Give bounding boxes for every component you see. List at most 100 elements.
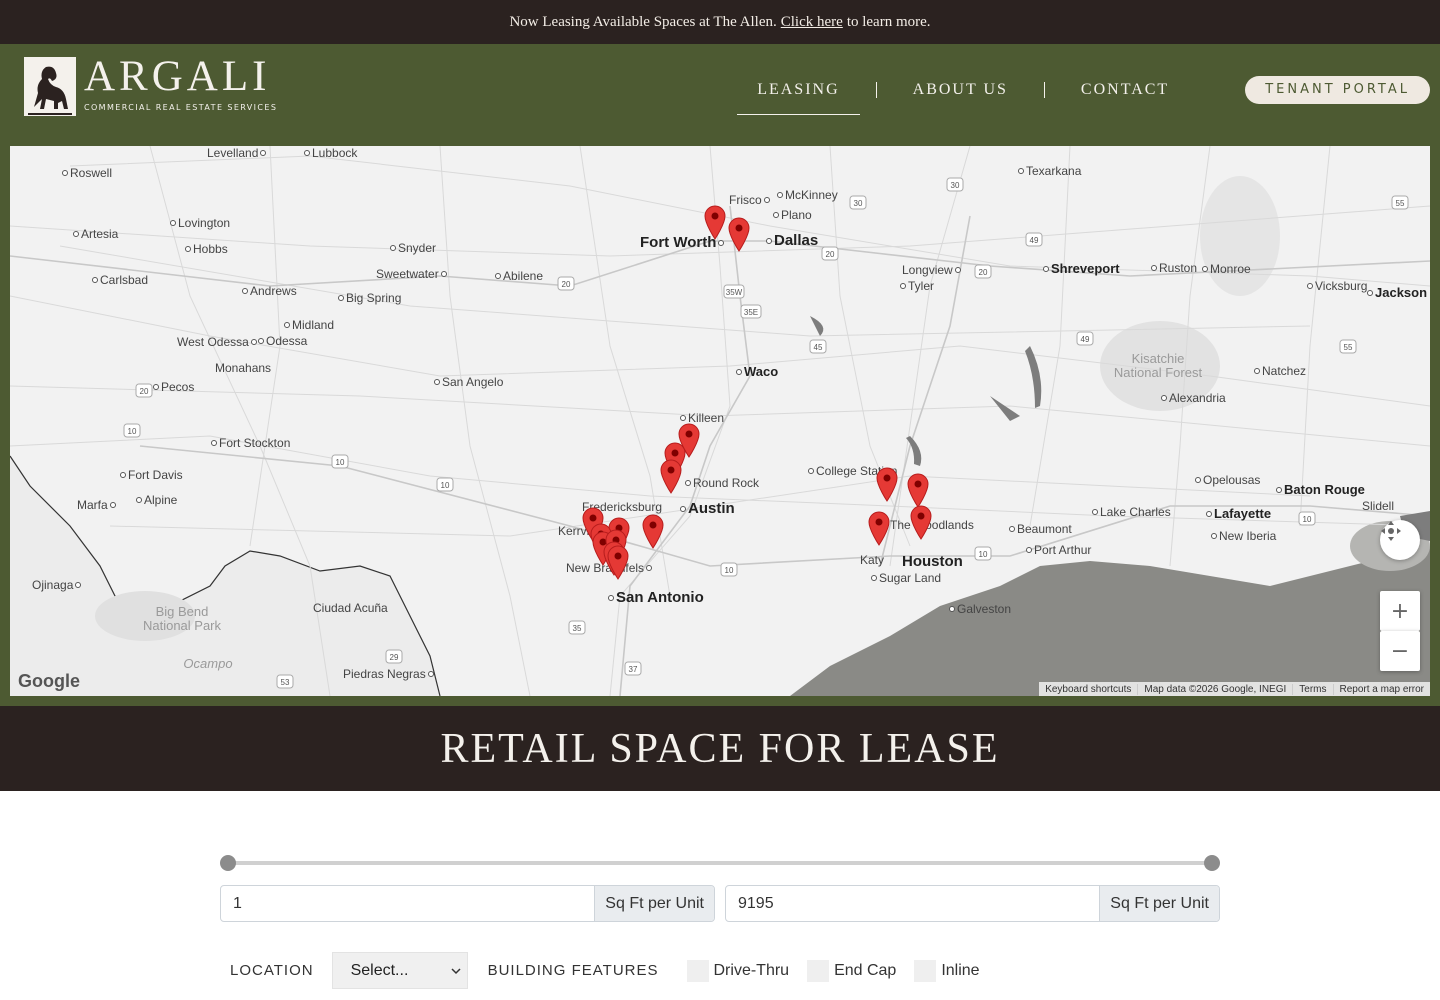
google-logo: Google (18, 671, 80, 691)
checkbox-label: Drive-Thru (713, 961, 790, 979)
property-map[interactable]: Levelland Lubbock Roswell Lovington Arte… (10, 146, 1430, 696)
tenant-portal-button[interactable]: TENANT PORTAL (1245, 76, 1430, 104)
city-label: Longview (902, 263, 961, 277)
announcement-link[interactable]: Click here (781, 14, 843, 31)
city-label: Vicksburg (1307, 279, 1367, 293)
region-label: Kisatchie National Forest (1113, 351, 1203, 380)
map-pin-icon[interactable] (909, 504, 933, 540)
city-label: Beaumont (1009, 522, 1072, 536)
city-label: Slidell (1362, 499, 1395, 513)
location-select-value: Select... (350, 961, 409, 979)
map-pin-icon[interactable] (867, 510, 891, 546)
brand-name: ARGALI (84, 53, 271, 100)
checkbox-inline[interactable]: Inline (914, 959, 980, 982)
checkbox-end-cap[interactable]: End Cap (807, 959, 897, 982)
city-label: Odessa (258, 334, 307, 348)
city-label: Natchez (1254, 364, 1306, 378)
max-size-input[interactable]: 9195 Sq Ft per Unit (725, 885, 1220, 922)
city-label: Texarkana (1018, 164, 1081, 178)
city-label: Plano (773, 208, 812, 222)
city-label: Sugar Land (871, 571, 941, 585)
city-label: Frisco (729, 193, 770, 207)
map-pin-icon[interactable] (906, 472, 930, 508)
city-label: Monahans (215, 361, 272, 375)
site-header: ARGALI COMMERCIAL REAL ESTATE SERVICES L… (0, 44, 1440, 146)
city-label: Baton Rouge (1276, 482, 1365, 497)
announcement-text: Now Leasing Available Spaces at The Alle… (509, 13, 777, 30)
street-view-control[interactable] (1380, 520, 1420, 560)
city-label: Ruston (1151, 261, 1197, 275)
city-label: Dallas (766, 232, 818, 249)
city-label: Carlsbad (92, 273, 148, 287)
city-label: Shreveport (1043, 261, 1120, 276)
chevron-down-icon (451, 967, 461, 974)
announcement-text-after: to learn more. (846, 13, 931, 30)
checkbox-drive-thru[interactable]: Drive-Thru (686, 959, 790, 982)
city-label: Monroe (1202, 262, 1251, 276)
checkbox-label: End Cap (834, 961, 897, 979)
city-label: Ciudad Acuña (313, 601, 388, 615)
city-label: Fort Davis (120, 468, 183, 482)
city-label: Galveston (949, 602, 1011, 616)
city-label: New Iberia (1211, 529, 1276, 543)
slider-min-handle[interactable] (220, 855, 236, 871)
announcement-bar: Now Leasing Available Spaces at The Alle… (0, 0, 1440, 44)
page-title: RETAIL SPACE FOR LEASE (440, 725, 1000, 772)
map-data-text: Map data ©2026 Google, INEGI (1137, 683, 1292, 695)
map-pin-icon[interactable] (659, 458, 683, 494)
city-label: Levelland (207, 146, 267, 160)
filter-row: LOCATION Select... BUILDING FEATURES Dri… (220, 952, 980, 989)
terms-link[interactable]: Terms (1292, 683, 1332, 695)
report-error-link[interactable]: Report a map error (1332, 683, 1430, 695)
city-label: Roswell (62, 166, 112, 180)
keyboard-shortcuts-link[interactable]: Keyboard shortcuts (1039, 684, 1137, 695)
city-label: Round Rock (685, 476, 759, 490)
checkbox-label: Inline (941, 961, 980, 979)
city-label: Abilene (495, 269, 543, 283)
city-label: Lafayette (1206, 506, 1271, 521)
city-label: San Angelo (434, 375, 503, 389)
map-pin-icon[interactable] (703, 204, 727, 240)
building-features-label: BUILDING FEATURES (487, 962, 659, 979)
zoom-out-button[interactable]: − (1380, 631, 1420, 671)
city-label: Hobbs (185, 242, 228, 256)
map-pin-icon[interactable] (875, 466, 899, 502)
city-label: Midland (284, 318, 334, 332)
ram-logo-icon (24, 57, 76, 116)
city-label: Pecos (153, 380, 194, 394)
region-label: Big Bend National Park (142, 604, 222, 633)
city-label: Houston (902, 553, 963, 570)
nav-leasing[interactable]: LEASING (721, 76, 875, 115)
size-range-slider[interactable] (220, 855, 1220, 871)
map-pin-icon[interactable] (641, 513, 665, 549)
nav-contact[interactable]: CONTACT (1045, 76, 1205, 104)
min-size-input[interactable]: 1 Sq Ft per Unit (220, 885, 715, 922)
map-pin-icon[interactable] (606, 544, 630, 580)
checkbox-box[interactable] (807, 959, 830, 982)
city-label: San Antonio (608, 589, 704, 606)
city-label: Katy (860, 553, 885, 567)
city-label: Alexandria (1161, 391, 1226, 405)
map-pin-icon[interactable] (727, 216, 751, 252)
city-label: Piedras Negras (343, 667, 434, 681)
city-label: Snyder (390, 241, 436, 255)
brand-logo[interactable]: ARGALI COMMERCIAL REAL ESTATE SERVICES (24, 53, 278, 117)
city-label: Alpine (136, 493, 177, 507)
nav-about-us[interactable]: ABOUT US (877, 76, 1044, 104)
zoom-in-button[interactable]: + (1380, 591, 1420, 631)
city-label: McKinney (777, 188, 838, 202)
city-label: Lovington (170, 216, 230, 230)
min-size-value[interactable]: 1 (221, 886, 594, 921)
slider-max-handle[interactable] (1204, 855, 1220, 871)
brand-tagline: COMMERCIAL REAL ESTATE SERVICES (84, 103, 278, 112)
location-label: LOCATION (230, 962, 314, 979)
checkbox-box[interactable] (914, 959, 937, 982)
city-label: Fort Stockton (211, 436, 290, 450)
city-label: Lubbock (304, 146, 357, 160)
location-select[interactable]: Select... (331, 952, 468, 989)
checkbox-box[interactable] (686, 959, 709, 982)
max-size-unit: Sq Ft per Unit (1099, 886, 1219, 921)
title-band: RETAIL SPACE FOR LEASE (0, 706, 1440, 791)
max-size-value[interactable]: 9195 (726, 886, 1099, 921)
city-label: Ojinaga (32, 578, 82, 592)
